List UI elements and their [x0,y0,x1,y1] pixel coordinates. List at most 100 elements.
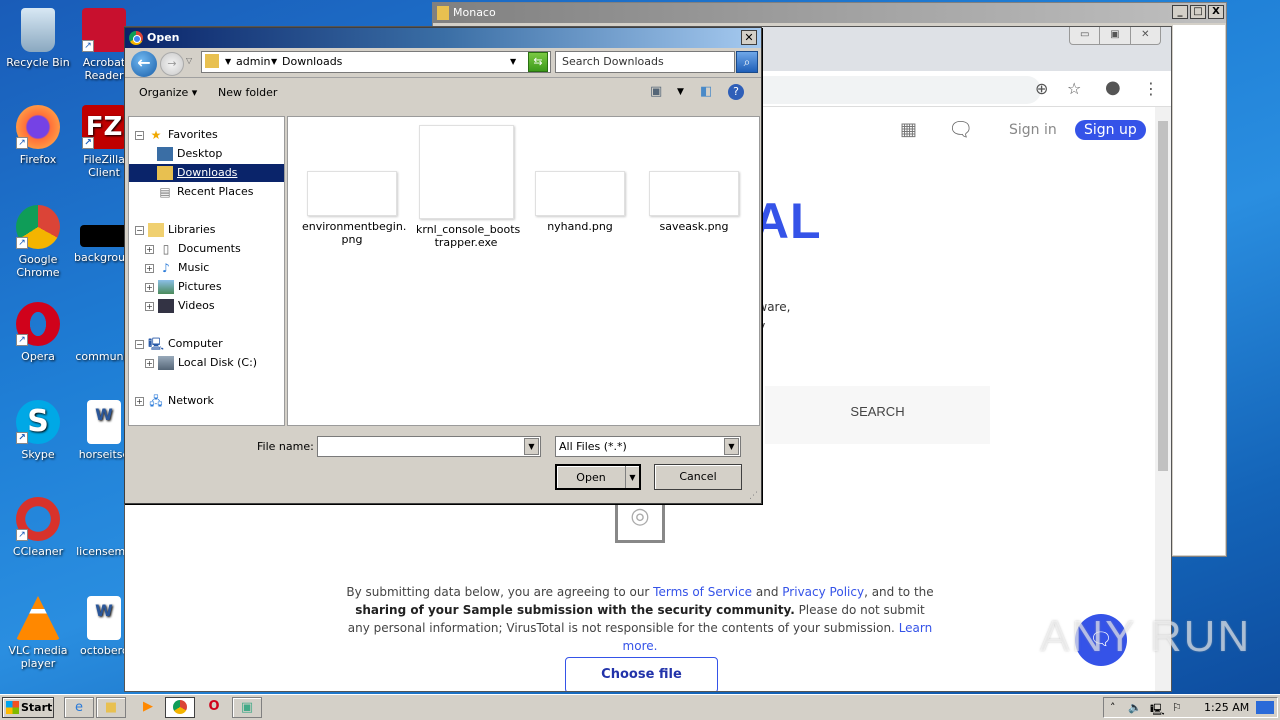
file-type-select[interactable]: All Files (*.*) ▼ [555,436,741,457]
page-scrollbar[interactable] [1155,107,1171,691]
desktop-icon-chrome[interactable]: ↗ Google Chrome [0,205,76,279]
search-input[interactable]: Search Downloads [555,51,735,73]
cancel-button[interactable]: Cancel [654,464,742,490]
scrollbar-thumb[interactable] [1158,121,1168,471]
close-button[interactable]: ✕ [1131,27,1160,44]
taskbar-media-player[interactable]: ▶ [133,697,163,718]
desktop-icon-vlc[interactable]: VLC media player [0,596,76,670]
tree-pictures[interactable]: + Pictures [145,278,222,296]
desktop-icon-ccleaner[interactable]: ↗ CCleaner [0,497,76,558]
computer-icon: 🖳 [148,337,165,351]
desktop-icon-recycle-bin[interactable]: Recycle Bin [0,8,76,69]
forward-button[interactable]: → [160,52,184,76]
expand-icon[interactable]: + [145,301,154,311]
tree-computer[interactable]: − 🖳 Computer [135,335,223,353]
choose-file-button[interactable]: Choose file [565,657,718,691]
minimize-button[interactable]: ▭ [1070,27,1101,44]
expand-icon[interactable]: + [145,358,154,368]
tree-libraries[interactable]: − Libraries [135,221,216,239]
network-icon[interactable]: 🖳 [1150,701,1165,720]
tree-network[interactable]: + 🖧 Network [135,392,214,410]
collapse-icon[interactable]: − [135,225,144,235]
monaco-titlebar[interactable]: Monaco _ □ X [433,3,1226,23]
acrobat-icon: ↗ [82,8,126,52]
recent-places-icon: ▤ [159,185,171,199]
start-button[interactable]: Start [2,697,54,718]
tree-downloads[interactable]: Downloads [129,164,284,182]
collapse-icon[interactable]: − [135,339,144,349]
expand-icon[interactable]: + [145,263,154,273]
taskbar-app[interactable]: ▣ [232,697,262,718]
file-name-input[interactable]: ▼ [317,436,541,457]
recent-pages-chevron-icon[interactable]: ▽ [186,56,192,65]
resize-grip-icon[interactable]: ⋰ [749,491,758,501]
sign-up-button[interactable]: Sign up [1075,120,1146,140]
minimize-button[interactable]: _ [1172,5,1188,19]
taskbar-chrome[interactable] [165,697,195,718]
tab-search[interactable]: SEARCH [765,386,990,444]
file-item[interactable]: nyhand.png [530,171,630,233]
tree-recent-places[interactable]: ▤ Recent Places [157,183,253,201]
volume-icon[interactable]: 🔈 [1128,701,1142,714]
tree-desktop[interactable]: Desktop [157,145,222,163]
back-button[interactable]: ← [131,51,157,77]
apps-grid-icon[interactable]: ▦ [900,119,917,140]
sign-in-link[interactable]: Sign in [1009,122,1057,138]
view-dropdown-icon[interactable]: ▼ [677,87,684,97]
media-player-icon: ▶ [143,699,153,714]
profile-icon[interactable]: ● [1105,77,1121,98]
pictures-icon [158,280,174,294]
desktop-icon-opera[interactable]: ↗ Opera [0,302,76,363]
file-type-dropdown-icon[interactable]: ▼ [724,438,739,455]
desktop-icon-firefox[interactable]: ↗ Firefox [0,105,76,166]
tree-favorites[interactable]: − ★ Favorites [135,126,218,144]
taskbar-ie[interactable]: e [64,697,94,718]
clock[interactable]: 1:25 AM [1204,701,1249,714]
tree-videos[interactable]: + Videos [145,297,215,315]
tree-local-disk[interactable]: + Local Disk (C:) [145,354,257,372]
expand-icon[interactable]: + [145,282,154,292]
bookmark-star-icon[interactable]: ☆ [1067,79,1081,98]
address-dropdown-icon[interactable]: ▼ [510,57,516,66]
show-hidden-icons-button[interactable]: ˄ [1110,701,1116,714]
help-icon[interactable]: ? [728,84,744,100]
open-file-dialog[interactable]: Open ✕ ← → ▽ ▼ admin ▼ Downloads ▼ ⇆ Sea… [124,27,762,504]
menu-kebab-icon[interactable]: ⋮ [1143,79,1159,98]
file-item[interactable]: saveask.png [644,171,744,233]
file-item[interactable]: environmentbegin. png [302,171,406,246]
action-center-flag-icon[interactable]: ⚐ [1172,701,1182,714]
show-desktop-button[interactable] [1256,701,1274,714]
search-icon[interactable]: ⌕ [736,51,758,73]
collapse-icon[interactable]: − [135,130,144,140]
taskbar-explorer[interactable]: ■ [96,697,126,718]
maximize-button[interactable]: ▣ [1100,27,1131,44]
terms-of-service-link[interactable]: Terms of Service [653,585,752,599]
taskbar-opera[interactable]: O [199,697,229,718]
tree-music[interactable]: + ♪ Music [145,259,209,277]
expand-icon[interactable]: + [145,244,154,254]
dialog-title: Open [147,31,180,44]
file-item[interactable]: krnl_console_boots trapper.exe [416,125,520,249]
image-thumbnail-icon [535,171,625,216]
breadcrumb-downloads[interactable]: Downloads [282,55,342,68]
view-icon[interactable]: ▣ [650,84,662,99]
close-button[interactable]: ✕ [741,30,757,45]
organize-button[interactable]: Organize ▾ [139,86,197,99]
close-button[interactable]: X [1208,5,1224,19]
tree-documents[interactable]: + ▯ Documents [145,240,241,258]
open-dropdown-icon[interactable]: ▼ [625,466,639,488]
breadcrumb-admin[interactable]: admin [236,55,270,68]
preview-pane-icon[interactable]: ◧ [700,84,712,99]
maximize-button[interactable]: □ [1190,5,1206,19]
add-icon[interactable]: ⊕ [1035,79,1048,98]
privacy-policy-link[interactable]: Privacy Policy [782,585,864,599]
expand-icon[interactable]: + [135,396,144,406]
new-folder-button[interactable]: New folder [218,86,277,99]
open-button[interactable]: Open ▼ [555,464,641,490]
desktop-icon-skype[interactable]: S ↗ Skype [0,400,76,461]
file-name-dropdown-icon[interactable]: ▼ [524,438,539,455]
refresh-button[interactable]: ⇆ [528,52,548,72]
chat-icon[interactable]: 🗨 [948,117,973,141]
dialog-titlebar[interactable]: Open ✕ [125,28,761,48]
address-breadcrumb[interactable]: ▼ admin ▼ Downloads ▼ [201,51,551,73]
